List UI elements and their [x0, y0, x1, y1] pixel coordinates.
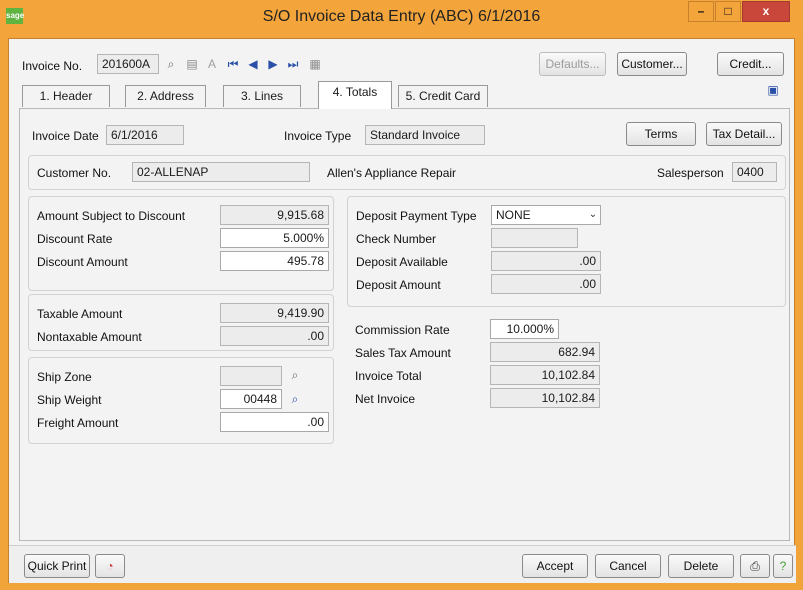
freight-amount-field[interactable]: .00	[220, 412, 329, 432]
customer-name: Allen's Appliance Repair	[327, 166, 457, 180]
nontaxable-amount-label: Nontaxable Amount	[37, 330, 142, 344]
invoice-total-field[interactable]: 10,102.84	[490, 365, 600, 385]
customer-panel: Customer No. 02-ALLENAP Allen's Applianc…	[28, 155, 786, 190]
tab-totals[interactable]: 4. Totals	[318, 81, 392, 109]
delete-button[interactable]: Delete	[668, 554, 734, 578]
invoice-form: Invoice No. 201600A ⌕ ▤ A ⏮ ◀ ▶ ⏭ ▦ Defa…	[8, 38, 796, 583]
quick-print-button[interactable]: Quick Print	[24, 554, 90, 578]
a-icon: A	[207, 57, 216, 71]
credit-button[interactable]: Credit...	[717, 52, 784, 76]
deposit-amount-field[interactable]: .00	[491, 274, 601, 294]
freight-amount-label: Freight Amount	[37, 416, 119, 430]
application-window: sage S/O Invoice Data Entry (ABC) 6/1/20…	[0, 0, 803, 590]
next-record-icon[interactable]: ▶	[265, 56, 281, 72]
invoice-date-field[interactable]: 6/1/2016	[106, 125, 184, 145]
first-record-icon[interactable]: ⏮	[225, 56, 241, 72]
title-bar[interactable]: sage S/O Invoice Data Entry (ABC) 6/1/20…	[0, 0, 803, 38]
discount-rate-label: Discount Rate	[37, 232, 113, 246]
taxable-amount-field[interactable]: 9,419.90	[220, 303, 329, 323]
help-icon[interactable]: ?	[773, 554, 793, 578]
document-icon: ▤	[186, 57, 198, 71]
commission-rate-label: Commission Rate	[355, 323, 450, 337]
sales-tax-field[interactable]: 682.94	[490, 342, 600, 362]
invoice-type-label: Invoice Type	[284, 129, 352, 143]
print-icon[interactable]: ⎙	[740, 554, 770, 578]
last-record-icon[interactable]: ⏭	[285, 56, 301, 72]
accept-button[interactable]: Accept	[522, 554, 588, 578]
amount-subject-label: Amount Subject to Discount	[37, 209, 186, 223]
net-invoice-label: Net Invoice	[355, 392, 416, 406]
invoice-date-label: Invoice Date	[32, 129, 99, 143]
salesperson-label: Salesperson	[657, 166, 724, 180]
tax-panel: Taxable Amount 9,419.90 Nontaxable Amoun…	[28, 294, 334, 351]
commission-rate-field[interactable]: 10.000%	[490, 319, 559, 339]
ship-weight-field[interactable]: 00448	[220, 389, 282, 409]
invoice-total-label: Invoice Total	[355, 369, 422, 383]
tab-address[interactable]: 2. Address	[125, 85, 206, 107]
totals-tab-panel: Invoice Date 6/1/2016 Invoice Type Stand…	[19, 108, 790, 541]
deposit-panel: Deposit Payment Type NONE ⌄ Check Number…	[347, 196, 786, 307]
invoice-type-field[interactable]: Standard Invoice	[365, 125, 485, 145]
ship-zone-field[interactable]	[220, 366, 282, 386]
shipping-panel: Ship Zone ⌕ Ship Weight 00448 ⌕ Freight …	[28, 357, 334, 444]
defaults-button[interactable]: Defaults...	[539, 52, 606, 76]
tax-detail-button[interactable]: Tax Detail...	[706, 122, 782, 146]
window-icon[interactable]: ▣	[765, 82, 781, 98]
chevron-down-icon[interactable]: ⌄	[585, 207, 601, 223]
taxable-amount-label: Taxable Amount	[37, 307, 123, 321]
discount-amount-label: Discount Amount	[37, 255, 128, 269]
close-button[interactable]: x	[742, 1, 790, 22]
ship-weight-search-icon[interactable]: ⌕	[287, 391, 303, 407]
check-number-label: Check Number	[356, 232, 437, 246]
salesperson-field[interactable]: 0400	[732, 162, 777, 182]
customer-number-label: Customer No.	[37, 166, 112, 180]
customer-button[interactable]: Customer...	[617, 52, 687, 76]
maximize-button[interactable]: □	[715, 1, 741, 22]
check-number-field[interactable]	[491, 228, 578, 248]
footer-toolbar: Quick Print ◔ Accept Cancel Delete ⎙ ?	[9, 545, 796, 583]
ship-weight-label: Ship Weight	[37, 393, 102, 407]
deposit-available-field[interactable]: .00	[491, 251, 601, 271]
cancel-button[interactable]: Cancel	[595, 554, 661, 578]
discount-amount-field[interactable]: 495.78	[220, 251, 329, 271]
net-invoice-field[interactable]: 10,102.84	[490, 388, 600, 408]
calendar-icon[interactable]: ▦	[307, 56, 323, 72]
color-wheel-icon[interactable]: ◔	[95, 554, 125, 578]
ship-zone-label: Ship Zone	[37, 370, 92, 384]
deposit-available-label: Deposit Available	[356, 255, 448, 269]
tab-lines[interactable]: 3. Lines	[223, 85, 301, 107]
tab-credit-card[interactable]: 5. Credit Card	[398, 85, 488, 107]
window-title: S/O Invoice Data Entry (ABC) 6/1/2016	[262, 8, 541, 25]
nontaxable-amount-field[interactable]: .00	[220, 326, 329, 346]
terms-button[interactable]: Terms	[626, 122, 696, 146]
deposit-payment-type-label: Deposit Payment Type	[356, 209, 477, 223]
customer-number-field[interactable]: 02-ALLENAP	[132, 162, 310, 182]
tab-header[interactable]: 1. Header	[22, 85, 110, 107]
invoice-number-label: Invoice No.	[22, 59, 83, 73]
search-icon[interactable]: ⌕	[163, 56, 179, 72]
minimize-button[interactable]: –	[688, 1, 714, 22]
discount-rate-field[interactable]: 5.000%	[220, 228, 329, 248]
discount-panel: Amount Subject to Discount 9,915.68 Disc…	[28, 196, 334, 291]
sales-tax-label: Sales Tax Amount	[355, 346, 451, 360]
amount-subject-field[interactable]: 9,915.68	[220, 205, 329, 225]
deposit-amount-label: Deposit Amount	[356, 278, 441, 292]
invoice-number-field[interactable]: 201600A	[97, 54, 159, 74]
previous-record-icon[interactable]: ◀	[245, 56, 261, 72]
ship-zone-search-icon[interactable]: ⌕	[287, 367, 303, 383]
